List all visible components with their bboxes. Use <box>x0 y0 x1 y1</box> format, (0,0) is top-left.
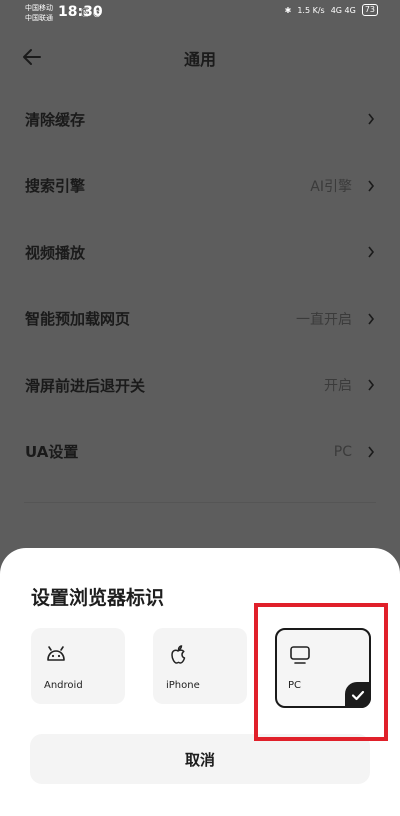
settings-item-video-playback[interactable]: 视频播放 <box>0 219 400 286</box>
row-value: 开启 <box>324 378 352 395</box>
carrier-2: 中国联通 <box>25 14 53 22</box>
chevron-right-icon <box>368 246 375 258</box>
settings-item-preload[interactable]: 智能预加载网页 一直开启 <box>0 286 400 353</box>
divider <box>24 502 376 503</box>
row-value: PC <box>333 443 352 460</box>
chevron-right-icon <box>368 313 375 325</box>
notification-icons: Ⓝ◷ <box>81 6 104 19</box>
row-label: 清除缓存 <box>25 110 86 129</box>
row-value: 一直开启 <box>296 311 352 328</box>
apple-icon <box>171 645 186 664</box>
settings-item-swipe-nav[interactable]: 滑屏前进后退开关 开启 <box>0 352 400 419</box>
row-label: 视频播放 <box>25 243 86 262</box>
network-speed: 1.5 K/s <box>297 5 325 15</box>
row-label: UA设置 <box>25 443 79 462</box>
annotation-highlight-box <box>254 603 388 741</box>
carrier-1: 中国移动 <box>25 4 53 12</box>
page-title: 通用 <box>183 50 216 69</box>
chevron-right-icon <box>368 180 375 192</box>
chevron-right-icon <box>368 113 375 125</box>
status-right: ✱ 1.5 K/s 4G 4G 73 <box>285 4 378 16</box>
settings-item-ua[interactable]: UA设置 PC <box>0 419 400 486</box>
chevron-right-icon <box>368 379 375 391</box>
alarm-icon: ◷ <box>93 9 104 19</box>
row-label: 搜索引擎 <box>25 177 86 196</box>
ua-option-android[interactable]: Android <box>31 628 125 704</box>
ua-option-iphone[interactable]: iPhone <box>153 628 247 704</box>
nfc-icon: Ⓝ <box>81 9 94 19</box>
option-label: iPhone <box>166 680 200 691</box>
row-label: 智能预加载网页 <box>25 310 131 329</box>
settings-item-search-engine[interactable]: 搜索引擎 AI引擎 <box>0 153 400 220</box>
cancel-button[interactable]: 取消 <box>30 734 370 784</box>
settings-list: 清除缓存 搜索引擎 AI引擎 视频播放 智能预加载网页 一直开启 滑屏前进后退开… <box>0 86 400 485</box>
row-value: AI引擎 <box>310 178 352 195</box>
network-type: 4G 4G <box>330 5 356 15</box>
option-label: Android <box>44 680 83 691</box>
sheet-title: 设置浏览器标识 <box>31 587 165 609</box>
row-label: 滑屏前进后退开关 <box>25 376 146 395</box>
status-bar: 中国移动 中国联通 18:30 Ⓝ◷ ✱ 1.5 K/s 4G 4G 73 <box>0 0 400 26</box>
bluetooth-icon: ✱ <box>284 5 292 15</box>
battery-icon: 73 <box>361 4 378 16</box>
android-icon <box>47 646 65 661</box>
settings-item-clear-cache[interactable]: 清除缓存 <box>0 86 400 153</box>
chevron-right-icon <box>368 446 375 458</box>
carrier-info: 中国移动 中国联通 <box>25 3 53 23</box>
header: 通用 <box>0 32 400 80</box>
